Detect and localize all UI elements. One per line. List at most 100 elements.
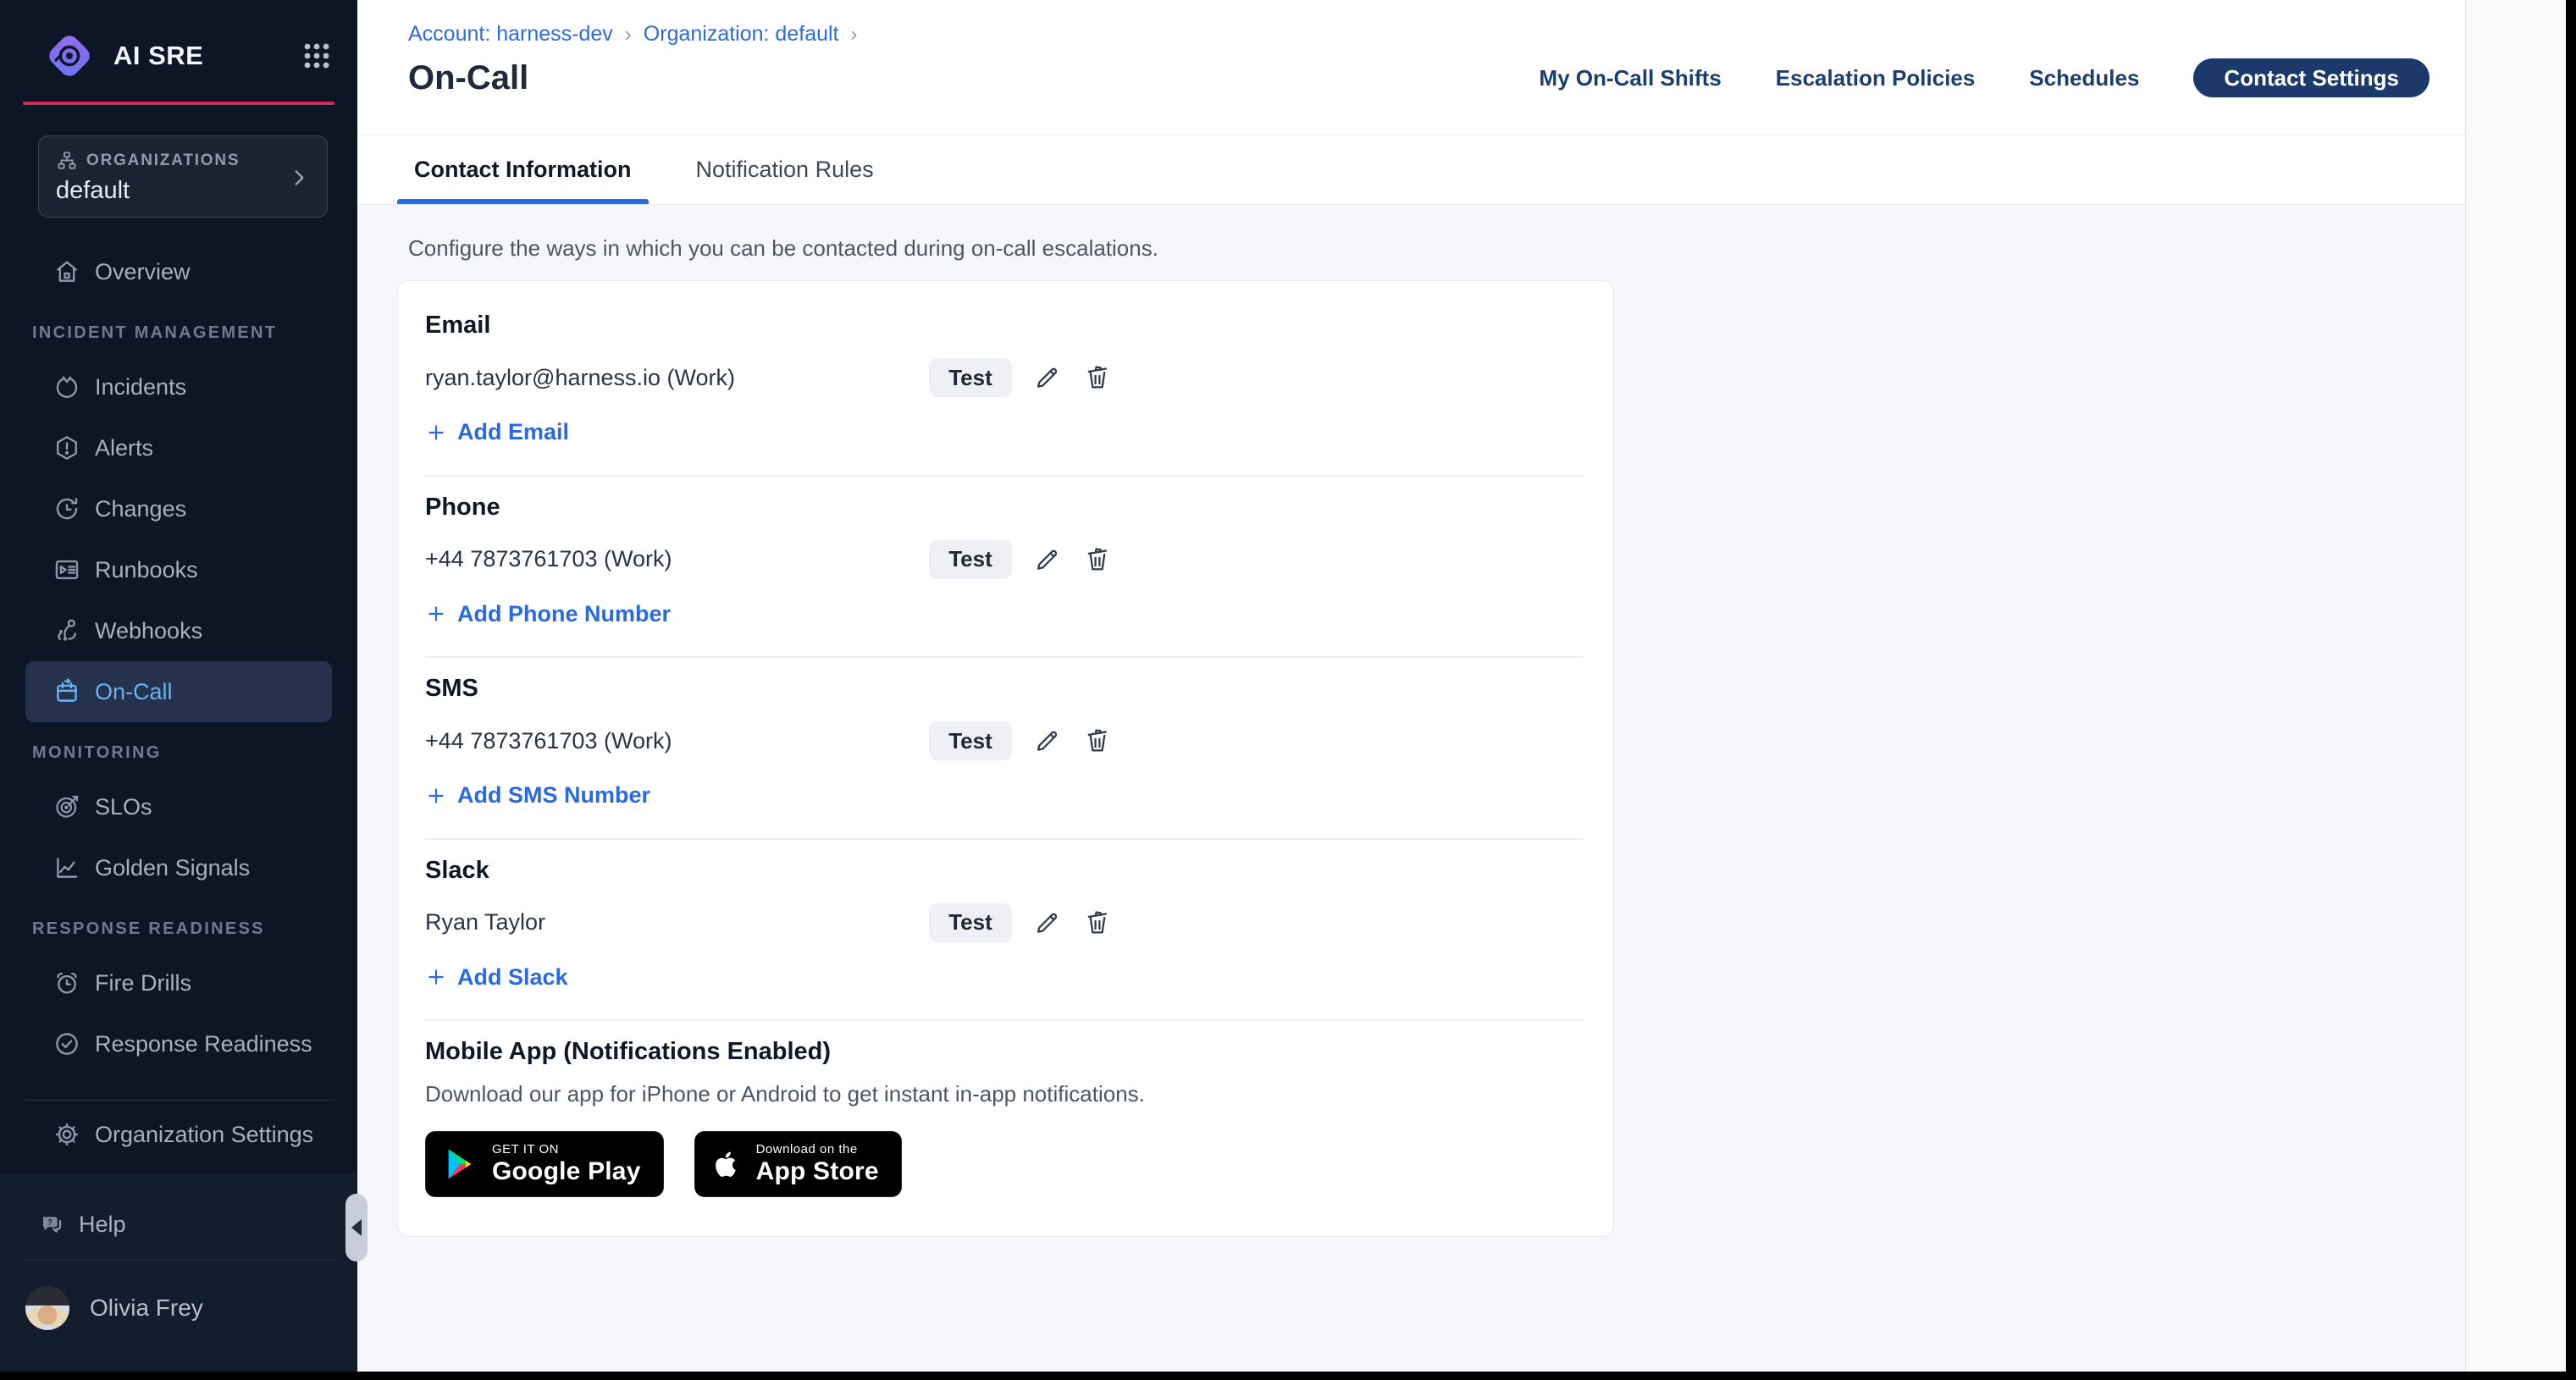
add-sms-link[interactable]: Add SMS Number [425, 782, 650, 809]
alert-hexagon-icon [53, 433, 81, 462]
help-chat-icon: ? [38, 1211, 65, 1238]
contact-value: Ryan Taylor [425, 909, 929, 936]
nav-escalation-policies[interactable]: Escalation Policies [1776, 65, 1976, 91]
section-heading: Email [425, 312, 1584, 339]
sidebar-item-label: Webhooks [95, 618, 202, 644]
page-title: On-Call [408, 59, 1540, 97]
phone-section: Phone +44 7873761703 (Work) Test [425, 477, 1584, 659]
page-content: Configure the ways in which you can be c… [357, 205, 2465, 1372]
sidebar-item-label: Golden Signals [95, 855, 250, 881]
delete-trash-icon[interactable] [1081, 544, 1114, 576]
nav-schedules[interactable]: Schedules [2029, 65, 2139, 91]
plus-icon [425, 785, 447, 807]
mobile-app-description: Download our app for iPhone or Android t… [425, 1081, 1584, 1107]
mobile-app-heading: Mobile App (Notifications Enabled) [425, 1038, 1584, 1066]
tab-notification-rules[interactable]: Notification Rules [679, 135, 891, 204]
app-store-badge[interactable]: Download on the App Store [694, 1131, 902, 1197]
section-heading: Slack [425, 857, 1584, 885]
gear-icon [53, 1120, 81, 1149]
add-phone-link[interactable]: Add Phone Number [425, 601, 671, 627]
webhook-icon [53, 616, 81, 645]
main-area: Account: harness-dev › Organization: def… [357, 0, 2566, 1372]
sidebar-item-overview[interactable]: Overview [25, 241, 332, 302]
check-circle-icon [53, 1029, 81, 1058]
add-email-link[interactable]: Add Email [425, 419, 569, 445]
user-menu[interactable]: Olivia Frey [0, 1266, 357, 1339]
sidebar-item-label: Organization Settings [95, 1122, 313, 1148]
sidebar-item-alerts[interactable]: Alerts [25, 417, 332, 478]
organization-selector[interactable]: ORGANIZATIONS default [38, 135, 328, 218]
plus-icon [425, 422, 447, 444]
test-button[interactable]: Test [929, 903, 1012, 942]
edit-pencil-icon[interactable] [1031, 725, 1063, 757]
ai-sre-logo-icon [44, 30, 95, 81]
add-slack-link[interactable]: Add Slack [425, 964, 568, 991]
sidebar-item-label: Changes [95, 496, 186, 522]
sidebar-item-on-call[interactable]: On-Call [25, 661, 332, 722]
sidebar-nav: Overview INCIDENT MANAGEMENT Incidents [0, 241, 357, 1165]
contact-value: ryan.taylor@harness.io (Work) [425, 365, 929, 391]
sidebar-item-help[interactable]: ? Help [0, 1194, 357, 1255]
test-button[interactable]: Test [929, 540, 1012, 579]
sidebar-collapse-handle[interactable] [345, 1194, 368, 1261]
edit-pencil-icon[interactable] [1031, 362, 1063, 394]
nav-my-oncall-shifts[interactable]: My On-Call Shifts [1540, 65, 1722, 91]
runbook-icon [53, 555, 81, 584]
sidebar-item-label: Runbooks [95, 557, 198, 583]
scrollbar-gutter[interactable] [2465, 0, 2566, 1372]
incident-icon [53, 373, 81, 401]
delete-trash-icon[interactable] [1081, 725, 1114, 757]
edit-pencil-icon[interactable] [1031, 544, 1063, 576]
chevron-separator-icon: › [851, 23, 858, 47]
badge-store-name: Google Play [492, 1157, 641, 1187]
sidebar: AI SRE [0, 0, 357, 1372]
sidebar-item-label: Incidents [95, 374, 186, 400]
sidebar-item-fire-drills[interactable]: Fire Drills [25, 952, 332, 1013]
tab-bar: Contact Information Notification Rules [357, 135, 2465, 205]
svg-text:?: ? [47, 1218, 53, 1228]
sidebar-divider [23, 1100, 334, 1101]
user-name: Olivia Frey [90, 1294, 203, 1322]
edit-pencil-icon[interactable] [1031, 907, 1063, 939]
contact-row: +44 7873761703 (Work) Test [425, 721, 1584, 760]
sidebar-item-label: Help [79, 1212, 126, 1238]
nav-contact-settings-button[interactable]: Contact Settings [2193, 58, 2430, 97]
sidebar-item-golden-signals[interactable]: Golden Signals [25, 837, 332, 898]
mobile-app-section: Mobile App (Notifications Enabled) Downl… [425, 1021, 1584, 1236]
avatar [25, 1286, 69, 1330]
sidebar-item-runbooks[interactable]: Runbooks [25, 539, 332, 600]
sidebar-item-label: SLOs [95, 794, 152, 820]
sidebar-item-slos[interactable]: SLOs [25, 776, 332, 837]
sidebar-item-incidents[interactable]: Incidents [25, 356, 332, 417]
home-icon [53, 257, 81, 286]
badge-tagline: Download on the [756, 1142, 879, 1157]
contact-methods-card: Email ryan.taylor@harness.io (Work) Test [397, 280, 1614, 1237]
contact-value: +44 7873761703 (Work) [425, 728, 929, 754]
nav-group-incident-management: INCIDENT MANAGEMENT [32, 316, 357, 350]
section-heading: SMS [425, 675, 1584, 703]
app-grid-icon[interactable] [301, 41, 332, 71]
line-chart-icon [53, 853, 81, 882]
google-play-badge[interactable]: GET IT ON Google Play [425, 1131, 664, 1197]
sidebar-item-response-readiness[interactable]: Response Readiness [25, 1013, 332, 1074]
sidebar-item-webhooks[interactable]: Webhooks [25, 600, 332, 661]
brand-divider [23, 102, 334, 105]
delete-trash-icon[interactable] [1081, 907, 1114, 939]
calendar-icon [53, 677, 81, 706]
google-play-icon [441, 1145, 478, 1183]
stopwatch-icon [53, 969, 81, 997]
sidebar-item-label: Overview [95, 259, 191, 285]
contact-row: +44 7873761703 (Work) Test [425, 540, 1584, 579]
section-heading: Phone [425, 494, 1584, 522]
sidebar-item-organization-settings[interactable]: Organization Settings [25, 1104, 332, 1165]
test-button[interactable]: Test [929, 721, 1012, 760]
delete-trash-icon[interactable] [1081, 362, 1114, 394]
plus-icon [425, 603, 447, 625]
nav-group-monitoring: MONITORING [32, 736, 357, 770]
test-button[interactable]: Test [929, 358, 1012, 397]
tab-contact-information[interactable]: Contact Information [397, 135, 649, 204]
sidebar-item-changes[interactable]: Changes [25, 478, 332, 539]
breadcrumb-account-link[interactable]: Account: harness-dev [408, 22, 613, 47]
breadcrumb-organization-link[interactable]: Organization: default [644, 22, 839, 47]
sidebar-bottom-panel: ? Help Olivia Frey [0, 1173, 357, 1372]
